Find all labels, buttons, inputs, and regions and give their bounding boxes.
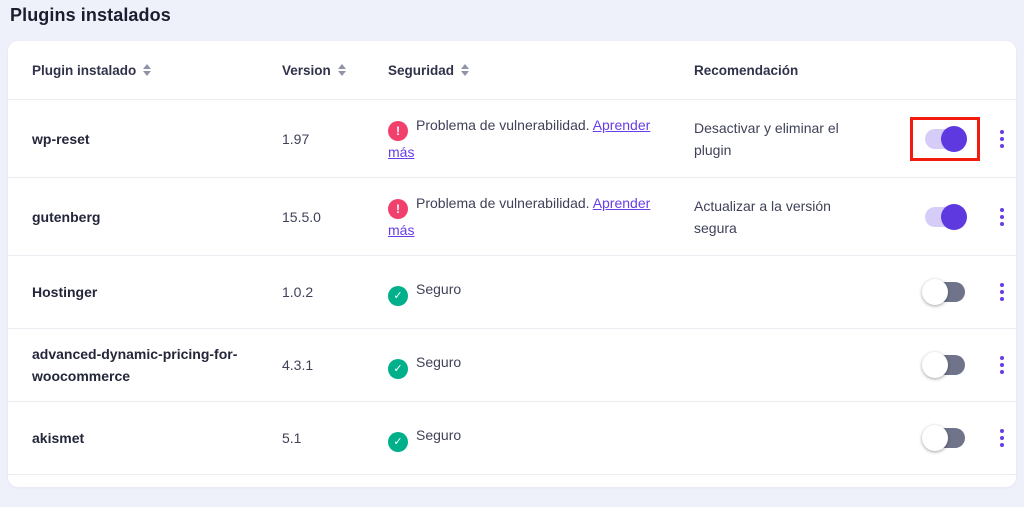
recommendation-text: Actualizar a la versión segura [694,195,879,239]
kebab-menu-icon[interactable] [994,425,1010,451]
column-header-security[interactable]: Seguridad [388,63,694,78]
security-cell: ✓ Seguro [388,424,678,452]
security-cell: !Problema de vulnerabilidad. Aprender má… [388,114,678,163]
kebab-cell [990,352,1016,378]
toggle-cell [910,270,990,314]
kebab-cell [990,126,1016,152]
security-status-icon: ! [388,121,408,141]
toggle-cell [910,343,990,387]
table-row: akismet 5.1 ✓ Seguro [8,401,1016,474]
table-row: advanced-dynamic-pricing-for-woocommerce… [8,328,1016,401]
security-status-icon: ! [388,199,408,219]
plugin-version: 4.3.1 [282,354,388,376]
kebab-cell [990,279,1016,305]
plugin-enabled-toggle[interactable] [925,207,965,227]
toggle-cell [910,117,990,161]
security-status-icon: ✓ [388,286,408,306]
security-text: Problema de vulnerabilidad. [416,195,590,211]
column-header-label: Plugin instalado [32,63,136,78]
column-header-label: Recomendación [694,63,798,78]
plugin-enabled-toggle[interactable] [925,282,965,302]
plugin-name: wp-reset [32,128,282,150]
kebab-cell [990,425,1016,451]
kebab-cell [990,204,1016,230]
table-body: wp-reset 1.97 ! Problema de vulnerabilida… [8,99,1016,474]
toggle-highlight-box [910,270,980,314]
plugin-version: 5.1 [282,427,388,449]
toggle-knob [922,352,948,378]
security-cell: ✓ Seguro [388,351,678,379]
sort-icon [338,64,346,76]
sort-icon [461,64,469,76]
toggle-highlight-box [910,117,980,161]
plugins-table-card: Plugin instalado Version Seguridad Recom… [8,41,1016,487]
column-header-label: Version [282,63,331,78]
table-row: gutenberg 15.5.0 ! Problema de vulnerabil… [8,177,1016,255]
toggle-knob [941,126,967,152]
kebab-menu-icon[interactable] [994,204,1010,230]
column-header-label: Seguridad [388,63,454,78]
toggle-cell [910,416,990,460]
column-header-plugin[interactable]: Plugin instalado [32,63,282,78]
kebab-menu-icon[interactable] [994,126,1010,152]
plugin-enabled-toggle[interactable] [925,129,965,149]
security-text: Problema de vulnerabilidad. [416,117,590,133]
security-text: Seguro [416,427,461,443]
kebab-menu-icon[interactable] [994,279,1010,305]
toggle-knob [922,279,948,305]
security-cell: ✓ Seguro [388,278,678,306]
security-cell: !Problema de vulnerabilidad. Aprender má… [388,192,678,241]
column-header-version[interactable]: Version [282,63,388,78]
plugin-name: Hostinger [32,281,282,303]
toggle-cell [910,195,990,239]
table-row: Hostinger 1.0.2 ✓ Seguro [8,255,1016,328]
security-text: Seguro [416,281,461,297]
plugin-version: 15.5.0 [282,206,388,228]
kebab-menu-icon[interactable] [994,352,1010,378]
per-page-select[interactable]: 5 ▼ [794,487,852,488]
sort-icon [143,64,151,76]
toggle-knob [941,204,967,230]
plugin-enabled-toggle[interactable] [925,428,965,448]
toggle-highlight-box [910,416,980,460]
plugin-name: gutenberg [32,206,282,228]
plugin-name: akismet [32,427,282,449]
security-status-icon: ✓ [388,359,408,379]
table-footer: Artículos por página: 5 ▼ 1-5 de 19 ‹ › [8,474,1016,487]
plugin-name: advanced-dynamic-pricing-for-woocommerce [32,343,282,387]
page-title: Plugins instalados [10,5,1024,26]
security-text: Seguro [416,354,461,370]
toggle-highlight-box [910,343,980,387]
security-status-icon: ✓ [388,432,408,452]
toggle-knob [922,425,948,451]
recommendation-text: Desactivar y eliminar el plugin [694,117,879,161]
table-header-row: Plugin instalado Version Seguridad Recom… [8,41,1016,99]
plugin-version: 1.0.2 [282,281,388,303]
table-row: wp-reset 1.97 ! Problema de vulnerabilida… [8,99,1016,177]
plugin-enabled-toggle[interactable] [925,355,965,375]
plugin-version: 1.97 [282,128,388,150]
toggle-highlight-box [910,195,980,239]
column-header-recommendation: Recomendación [694,63,910,78]
